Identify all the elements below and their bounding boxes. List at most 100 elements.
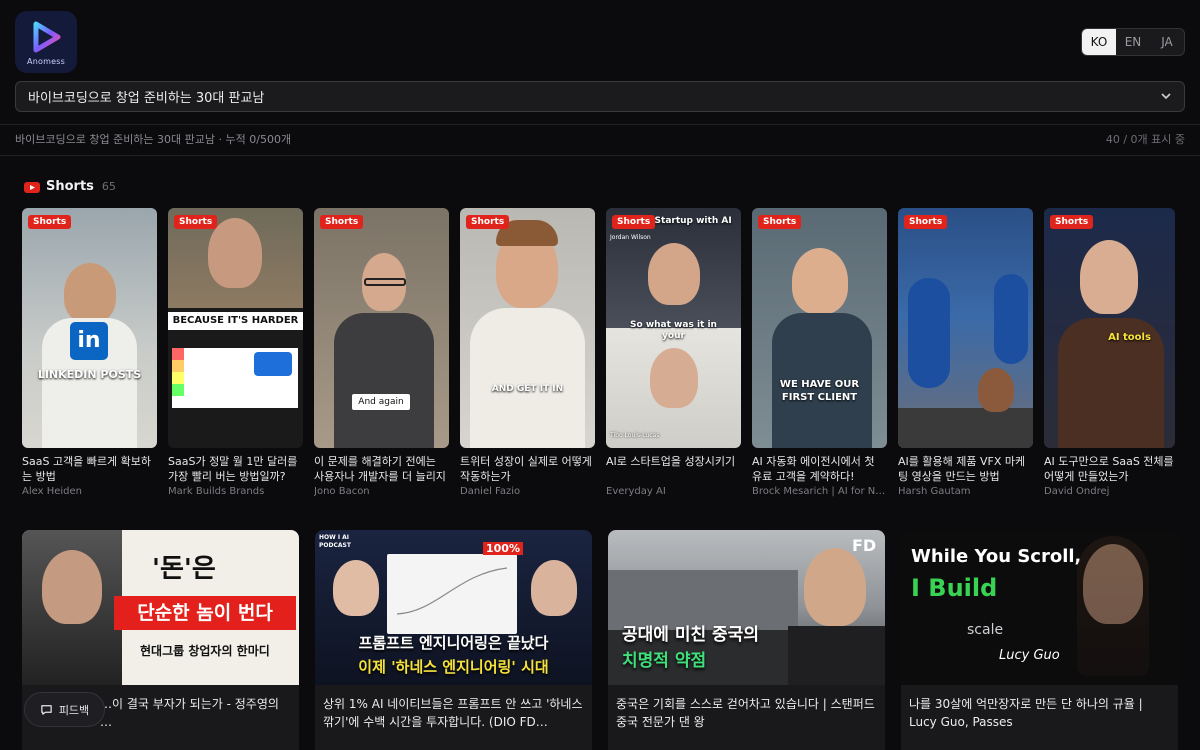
- person-image: [978, 368, 1014, 412]
- video-title[interactable]: 나를 30살에 억만장자로 만든 단 하나의 규율 | Lucy Guo, Pa…: [901, 685, 1178, 750]
- short-thumbnail[interactable]: And again Shorts: [314, 208, 449, 448]
- short-title[interactable]: 트위터 성장이 실제로 어떻게 작동하는가: [460, 454, 595, 484]
- short-overlay-text: And again: [352, 394, 410, 410]
- video-thumbnail[interactable]: '돈'은 단순한 놈이 번다 현대그룹 창업자의 한마디: [22, 530, 299, 685]
- person-image: [531, 560, 577, 616]
- shorts-badge: Shorts: [1050, 215, 1094, 229]
- short-channel[interactable]: Mark Builds Brands: [168, 486, 303, 497]
- short-thumbnail[interactable]: AND GET IT IN Shorts: [460, 208, 595, 448]
- short-thumbnail[interactable]: AI tools Shorts: [1044, 208, 1175, 448]
- signature-text: Lucy Guo: [999, 648, 1060, 663]
- shorts-icon: [24, 181, 40, 193]
- curve-icon: [396, 567, 508, 615]
- short-overlay-text: So what was it in your: [630, 320, 717, 341]
- scale-logo: scale: [967, 622, 1004, 638]
- short-card[interactable]: in LINKEDIN POSTS Shorts SaaS 고객을 빠르게 확보…: [22, 208, 157, 497]
- short-card[interactable]: Shorts AI를 활용해 제품 VFX 마케팅 영상을 만드는 방법 Har…: [898, 208, 1033, 497]
- short-thumbnail[interactable]: WE HAVE OUR FIRST CLIENT Shorts: [752, 208, 887, 448]
- short-title[interactable]: 이 문제를 해결하기 전에는 사용자나 개발자를 더 늘리지 …: [314, 454, 449, 484]
- short-channel[interactable]: David Ondrej: [1044, 486, 1175, 497]
- lang-en-button[interactable]: EN: [1116, 29, 1150, 55]
- short-title[interactable]: AI 자동화 에이전시에서 첫 유료 고객을 계약하다!: [752, 454, 887, 484]
- play-logo-icon: [33, 21, 61, 52]
- percent-badge: 100%: [483, 542, 523, 555]
- display-count: 40 / 0개 표시 중: [1105, 133, 1185, 146]
- video-thumbnail[interactable]: While You Scroll, I Build scale Lucy Guo: [901, 530, 1178, 685]
- app-logo[interactable]: Anomess: [15, 11, 77, 73]
- short-card[interactable]: WE HAVE OUR FIRST CLIENT Shorts AI 자동화 에…: [752, 208, 887, 497]
- channel-logo: FD: [852, 536, 877, 555]
- lang-ko-button[interactable]: KO: [1082, 29, 1116, 55]
- video-card[interactable]: While You Scroll, I Build scale Lucy Guo…: [901, 530, 1178, 750]
- videos-row: '돈'은 단순한 놈이 번다 현대그룹 창업자의 한마디 …이 결국 부자가 되…: [22, 530, 1178, 750]
- video-title[interactable]: 상위 1% AI 네이티브들은 프롬프트 안 쓰고 '하네스 깎기'에 수백 시…: [315, 685, 592, 750]
- pepsi-can-image: [994, 274, 1028, 364]
- thumb-subtext: 현대그룹 창업자의 한마디: [140, 644, 270, 658]
- feedback-button[interactable]: 피드백: [24, 692, 105, 727]
- short-title[interactable]: SaaS가 정말 월 1만 달러를 가장 빨리 버는 방법일까?: [168, 454, 303, 484]
- glasses-icon: [364, 278, 406, 286]
- short-card[interactable]: AND GET IT IN Shorts 트위터 성장이 실제로 어떻게 작동하…: [460, 208, 595, 497]
- persona-select-value: 바이브코딩으로 창업 준비하는 30대 판교남: [28, 91, 265, 106]
- summary-text: 바이브코딩으로 창업 준비하는 30대 판교남 · 누적 0/500개: [15, 133, 292, 146]
- person-image: [42, 550, 102, 624]
- shorts-badge: Shorts: [904, 215, 948, 229]
- shorts-badge: Shorts: [320, 215, 364, 229]
- chart-image: [387, 554, 517, 634]
- divider: [0, 155, 1200, 156]
- short-overlay-text: AND GET IT IN: [491, 384, 564, 394]
- chat-bubble-icon: [41, 705, 52, 715]
- video-thumbnail[interactable]: HOW I AI PODCAST 100% 프롬프트 엔지니어링은 끝났다 이제…: [315, 530, 592, 685]
- short-overlay-text: BECAUSE IT'S HARDER: [168, 312, 303, 330]
- short-title[interactable]: SaaS 고객을 빠르게 확보하는 방법: [22, 454, 157, 484]
- short-card[interactable]: BECAUSE IT'S HARDER Shorts SaaS가 정말 월 1만…: [168, 208, 303, 497]
- language-switcher: KO EN JA: [1081, 28, 1185, 56]
- podcast-label: HOW I AI PODCAST: [319, 534, 351, 549]
- person-image: [208, 218, 262, 288]
- short-card[interactable]: a Startup with AI Jordan Wilson So what …: [606, 208, 741, 497]
- name-tag: Tibo Louis-Lucas: [610, 432, 660, 439]
- lang-ja-button[interactable]: JA: [1150, 29, 1184, 55]
- short-thumbnail[interactable]: BECAUSE IT'S HARDER Shorts: [168, 208, 303, 448]
- shirt-image: [470, 308, 585, 448]
- shorts-badge: Shorts: [466, 215, 510, 229]
- shorts-badge: Shorts: [612, 215, 656, 229]
- person-image: [792, 248, 848, 314]
- short-channel[interactable]: Jono Bacon: [314, 486, 449, 497]
- short-overlay-text: LINKEDIN POSTS: [37, 368, 142, 381]
- video-card[interactable]: HOW I AI PODCAST 100% 프롬프트 엔지니어링은 끝났다 이제…: [315, 530, 592, 750]
- suit-image: [788, 626, 885, 685]
- short-channel[interactable]: Everyday AI: [606, 486, 741, 497]
- short-thumbnail[interactable]: a Startup with AI Jordan Wilson So what …: [606, 208, 741, 448]
- shorts-badge: Shorts: [758, 215, 802, 229]
- short-card[interactable]: And again Shorts 이 문제를 해결하기 전에는 사용자나 개발자…: [314, 208, 449, 497]
- thumb-headline: 프롬프트 엔지니어링은 끝났다: [358, 634, 549, 652]
- short-title[interactable]: AI 도구만으로 SaaS 전체를 어떻게 만들었는가: [1044, 454, 1175, 484]
- shorts-row: in LINKEDIN POSTS Shorts SaaS 고객을 빠르게 확보…: [22, 208, 1175, 497]
- short-channel[interactable]: Alex Heiden: [22, 486, 157, 497]
- name-tag: Jordan Wilson: [610, 234, 651, 241]
- shorts-section-header: Shorts 65: [24, 179, 116, 194]
- feedback-label: 피드백: [58, 703, 90, 717]
- short-channel[interactable]: Harsh Gautam: [898, 486, 1033, 497]
- short-thumbnail[interactable]: in LINKEDIN POSTS Shorts: [22, 208, 157, 448]
- short-title[interactable]: AI를 활용해 제품 VFX 마케팅 영상을 만드는 방법: [898, 454, 1033, 484]
- video-thumbnail[interactable]: FD 공대에 미친 중국의 치명적 약점: [608, 530, 885, 685]
- linkedin-icon: in: [70, 322, 108, 360]
- video-title[interactable]: 중국은 기회를 스스로 걷어차고 있습니다 | 스탠퍼드 중국 전문가 댄 왕: [608, 685, 885, 750]
- video-card[interactable]: FD 공대에 미친 중국의 치명적 약점 중국은 기회를 스스로 걷어차고 있습…: [608, 530, 885, 750]
- thumb-headline: I Build: [911, 574, 998, 602]
- thumb-headline: 공대에 미친 중국의: [622, 625, 759, 645]
- persona-select[interactable]: 바이브코딩으로 창업 준비하는 30대 판교남: [15, 81, 1185, 112]
- short-thumbnail[interactable]: Shorts: [898, 208, 1033, 448]
- thumb-headline: 이제 '하네스 엔지니어링' 시대: [358, 658, 549, 676]
- thumb-headline: '돈'은: [152, 554, 216, 584]
- person-image: [1080, 240, 1138, 314]
- shorts-badge: Shorts: [174, 215, 218, 229]
- short-card[interactable]: AI tools Shorts AI 도구만으로 SaaS 전체를 어떻게 만들…: [1044, 208, 1175, 497]
- short-overlay-text: WE HAVE OUR FIRST CLIENT: [779, 379, 860, 403]
- short-channel[interactable]: Daniel Fazio: [460, 486, 595, 497]
- pepsi-can-image: [908, 278, 950, 388]
- short-title[interactable]: AI로 스타트업을 성장시키기: [606, 454, 741, 484]
- short-channel[interactable]: Brock Mesarich | AI for No…: [752, 486, 887, 497]
